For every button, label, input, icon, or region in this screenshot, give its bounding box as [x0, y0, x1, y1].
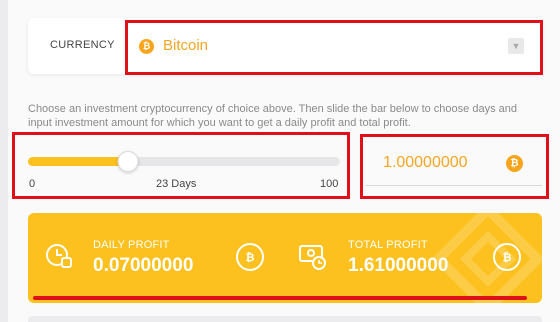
slider-fill	[28, 157, 128, 166]
daily-profit-value: 0.07000000	[93, 255, 194, 276]
profit-results-card: DAILY PROFIT 0.07000000 ₿ TOTAL PROFIT 1…	[28, 213, 542, 303]
days-slider[interactable]	[28, 151, 340, 172]
total-profit-label: TOTAL PROFIT	[348, 239, 428, 251]
currency-select[interactable]: ₿ Bitcoin ▼	[126, 18, 542, 74]
slider-min-label: 0	[29, 178, 36, 190]
currency-selected-value: Bitcoin	[163, 37, 209, 54]
chevron-down-icon[interactable]: ▼	[508, 38, 524, 54]
slider-max-label: 100	[320, 178, 339, 190]
bitcoin-icon: ₿	[506, 155, 523, 172]
amount-input[interactable]: 1.00000000 ₿	[366, 140, 542, 186]
bitcoin-icon: ₿	[139, 39, 154, 54]
total-profit-value: 1.61000000	[348, 255, 449, 276]
left-edge-strip	[0, 0, 8, 322]
highlight-underline	[33, 296, 527, 300]
total-profit-icon	[299, 245, 326, 270]
slider-days-label: 23 Days	[156, 178, 197, 190]
daily-profit-icon	[46, 244, 72, 268]
slider-thumb[interactable]	[117, 151, 139, 172]
amount-value[interactable]: 1.00000000	[383, 154, 468, 172]
currency-label: CURRENCY	[50, 39, 115, 51]
next-card-edge	[28, 316, 542, 322]
bitcoin-icon: ₿	[236, 243, 264, 271]
daily-profit-label: DAILY PROFIT	[93, 239, 170, 251]
instructions-text: Choose an investment cryptocurrency of c…	[28, 103, 517, 129]
bitcoin-icon: ₿	[493, 243, 521, 271]
currency-card: CURRENCY ₿ Bitcoin ▼	[28, 18, 542, 74]
